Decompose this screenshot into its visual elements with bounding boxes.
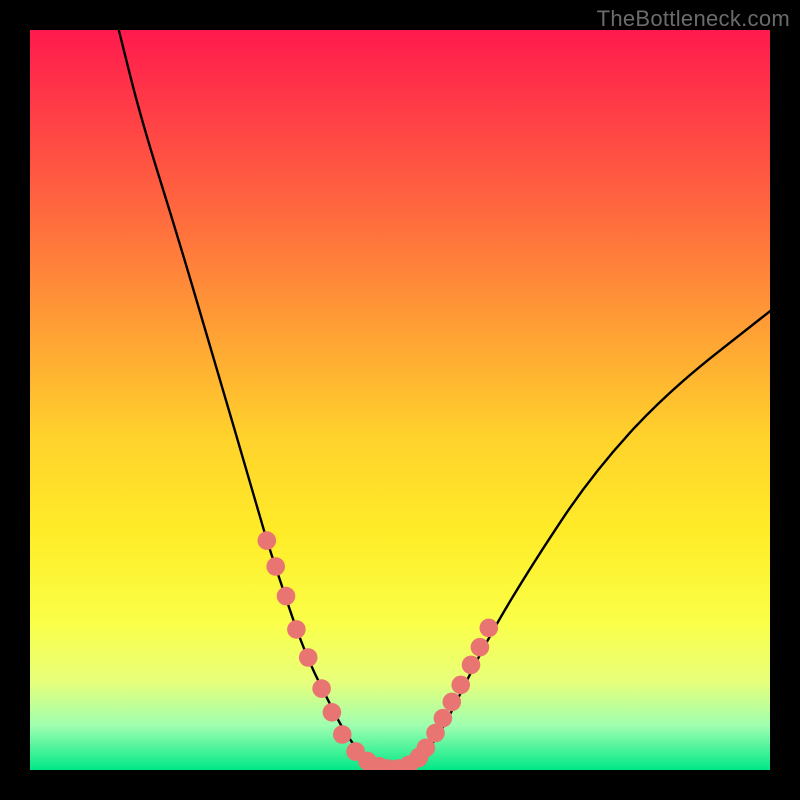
curve-marker-dot [266, 557, 285, 576]
curve-marker-dot [471, 638, 490, 657]
curve-marker-dot [299, 648, 318, 667]
chart-plot-area [30, 30, 770, 770]
curve-marker-dot [277, 587, 296, 606]
chart-svg [30, 30, 770, 770]
curve-marker-dot [312, 679, 331, 698]
curve-marker-dot [287, 620, 306, 639]
curve-marker-dot [480, 619, 499, 638]
curve-marker-dot [333, 725, 352, 744]
curve-marker-dot [434, 709, 453, 728]
curve-marker-dot [451, 676, 470, 695]
watermark-text: TheBottleneck.com [597, 6, 790, 32]
curve-marker-dot [410, 747, 429, 766]
curve-marker-dot [323, 703, 342, 722]
curve-markers [258, 531, 499, 770]
bottleneck-curve-line [119, 30, 770, 770]
curve-marker-dot [258, 531, 277, 550]
curve-marker-dot [443, 693, 462, 712]
curve-marker-dot [462, 656, 481, 675]
